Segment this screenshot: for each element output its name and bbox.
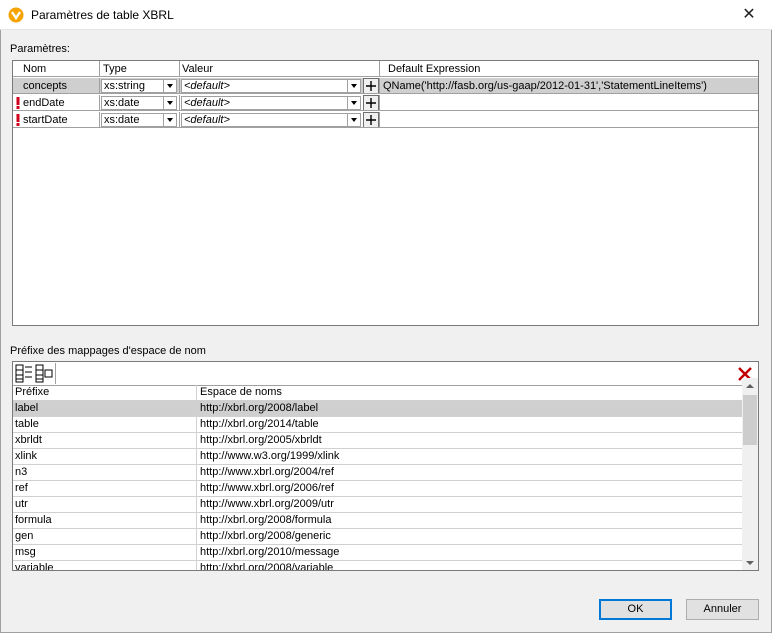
column-header-value: Valeur [180, 61, 380, 77]
parameters-grid: Nom Type Valeur Default Expression conce… [12, 60, 759, 326]
plus-icon [366, 98, 376, 108]
namespace-uri[interactable]: http://xbrl.org/2005/xbrldt [197, 433, 743, 449]
window-title: Paramètres de table XBRL [31, 8, 174, 22]
column-header-type: Type [100, 61, 180, 77]
namespace-header: Préfixe Espace de noms [13, 385, 743, 401]
namespace-prefix[interactable]: formula [13, 513, 197, 529]
parameter-value-cell: <default> [180, 95, 380, 111]
namespace-row[interactable]: label http://xbrl.org/2008/label [13, 401, 743, 417]
value-dropdown[interactable]: <default> [181, 96, 361, 110]
plus-icon [366, 115, 376, 125]
append-row-button[interactable] [35, 364, 54, 383]
namespace-uri[interactable]: http://xbrl.org/2008/formula [197, 513, 743, 529]
namespace-uri[interactable]: http://www.xbrl.org/2006/ref [197, 481, 743, 497]
chevron-down-icon[interactable] [347, 114, 360, 126]
parameters-label: Paramètres: [10, 43, 70, 55]
namespace-prefix[interactable]: msg [13, 545, 197, 561]
parameters-header: Nom Type Valeur Default Expression [13, 61, 758, 78]
close-button[interactable]: ✕ [726, 0, 772, 30]
namespace-uri[interactable]: http://xbrl.org/2014/table [197, 417, 743, 433]
namespace-prefix[interactable]: label [13, 401, 197, 417]
namespace-row[interactable]: variable http://xbrl.org/2008/variable [13, 561, 743, 570]
insert-row-button[interactable] [15, 364, 34, 383]
cancel-button[interactable]: Annuler [686, 599, 759, 620]
value-dropdown-value: <default> [184, 80, 230, 92]
type-dropdown[interactable]: xs:date [101, 113, 177, 127]
vertical-scrollbar[interactable] [742, 378, 758, 570]
type-dropdown-value: xs:date [104, 114, 140, 126]
value-dropdown[interactable]: <default> [181, 113, 361, 127]
namespace-row[interactable]: msg http://xbrl.org/2010/message [13, 545, 743, 561]
namespace-row[interactable]: xlink http://www.w3.org/1999/xlink [13, 449, 743, 465]
namespace-uri[interactable]: http://www.w3.org/1999/xlink [197, 449, 743, 465]
namespace-uri[interactable]: http://xbrl.org/2010/message [197, 545, 743, 561]
namespace-uri[interactable]: http://xbrl.org/2008/variable [197, 561, 743, 570]
parameter-row[interactable]: concepts xs:string <default> QName('http… [13, 78, 758, 95]
namespace-uri[interactable]: http://www.xbrl.org/2009/utr [197, 497, 743, 513]
namespace-uri[interactable]: http://xbrl.org/2008/label [197, 401, 743, 417]
add-value-button[interactable] [363, 112, 379, 127]
chevron-down-icon[interactable] [163, 97, 176, 109]
toolbar-separator [55, 363, 56, 384]
column-header-namespace: Espace de noms [197, 385, 743, 401]
namespace-row[interactable]: n3 http://www.xbrl.org/2004/ref [13, 465, 743, 481]
scroll-down-icon[interactable] [742, 555, 758, 570]
chevron-down-icon[interactable] [163, 80, 176, 92]
parameter-type-cell: xs:string [100, 78, 180, 94]
column-header-default-expression: Default Expression [380, 61, 758, 77]
namespace-grid: Préfixe Espace de noms label http://xbrl… [12, 361, 759, 571]
default-expression[interactable] [380, 95, 758, 111]
namespace-uri[interactable]: http://www.xbrl.org/2004/ref [197, 465, 743, 481]
namespace-prefix[interactable]: gen [13, 529, 197, 545]
namespace-row[interactable]: formula http://xbrl.org/2008/formula [13, 513, 743, 529]
namespace-prefix[interactable]: variable [13, 561, 197, 570]
column-header-prefix: Préfixe [13, 385, 197, 401]
parameter-value-cell: <default> [180, 78, 380, 94]
default-expression[interactable] [380, 112, 758, 128]
parameter-row[interactable]: endDate xs:date <default> [13, 95, 758, 112]
namespace-uri[interactable]: http://xbrl.org/2008/generic [197, 529, 743, 545]
type-dropdown-value: xs:date [104, 97, 140, 109]
chevron-down-icon[interactable] [163, 114, 176, 126]
value-dropdown-value: <default> [184, 114, 230, 126]
chevron-down-icon[interactable] [347, 97, 360, 109]
title-bar: Paramètres de table XBRL ✕ [0, 0, 772, 30]
ok-button[interactable]: OK [599, 599, 672, 620]
namespace-prefix[interactable]: xbrldt [13, 433, 197, 449]
scroll-up-icon[interactable] [742, 378, 758, 394]
namespace-row[interactable]: table http://xbrl.org/2014/table [13, 417, 743, 433]
type-dropdown-value: xs:string [104, 80, 145, 92]
namespace-prefix[interactable]: utr [13, 497, 197, 513]
value-dropdown[interactable]: <default> [181, 79, 361, 93]
namespace-prefix[interactable]: n3 [13, 465, 197, 481]
default-expression[interactable]: QName('http://fasb.org/us-gaap/2012-01-3… [380, 78, 758, 94]
plus-icon [366, 81, 376, 91]
parameter-name: endDate [13, 95, 100, 111]
namespaces-label: Préfixe des mappages d'espace de nom [10, 345, 206, 357]
namespace-prefix[interactable]: table [13, 417, 197, 433]
type-dropdown[interactable]: xs:date [101, 96, 177, 110]
namespace-row[interactable]: gen http://xbrl.org/2008/generic [13, 529, 743, 545]
namespace-row[interactable]: xbrldt http://xbrl.org/2005/xbrldt [13, 433, 743, 449]
chevron-down-icon[interactable] [347, 80, 360, 92]
namespace-prefix[interactable]: xlink [13, 449, 197, 465]
namespace-row[interactable]: ref http://www.xbrl.org/2006/ref [13, 481, 743, 497]
type-dropdown[interactable]: xs:string [101, 79, 177, 93]
scrollbar-thumb[interactable] [743, 395, 757, 445]
parameter-value-cell: <default> [180, 112, 380, 128]
namespace-toolbar [13, 362, 758, 386]
add-value-button[interactable] [363, 95, 379, 110]
parameter-row[interactable]: startDate xs:date <default> [13, 112, 758, 129]
value-dropdown-value: <default> [184, 97, 230, 109]
app-logo-icon [8, 7, 24, 23]
namespace-row[interactable]: utr http://www.xbrl.org/2009/utr [13, 497, 743, 513]
parameter-name: concepts [13, 78, 100, 94]
parameter-type-cell: xs:date [100, 95, 180, 111]
namespace-prefix[interactable]: ref [13, 481, 197, 497]
parameter-name: startDate [13, 112, 100, 128]
parameter-type-cell: xs:date [100, 112, 180, 128]
add-value-button[interactable] [363, 78, 379, 93]
close-icon: ✕ [742, 6, 756, 23]
column-header-name: Nom [13, 61, 100, 77]
